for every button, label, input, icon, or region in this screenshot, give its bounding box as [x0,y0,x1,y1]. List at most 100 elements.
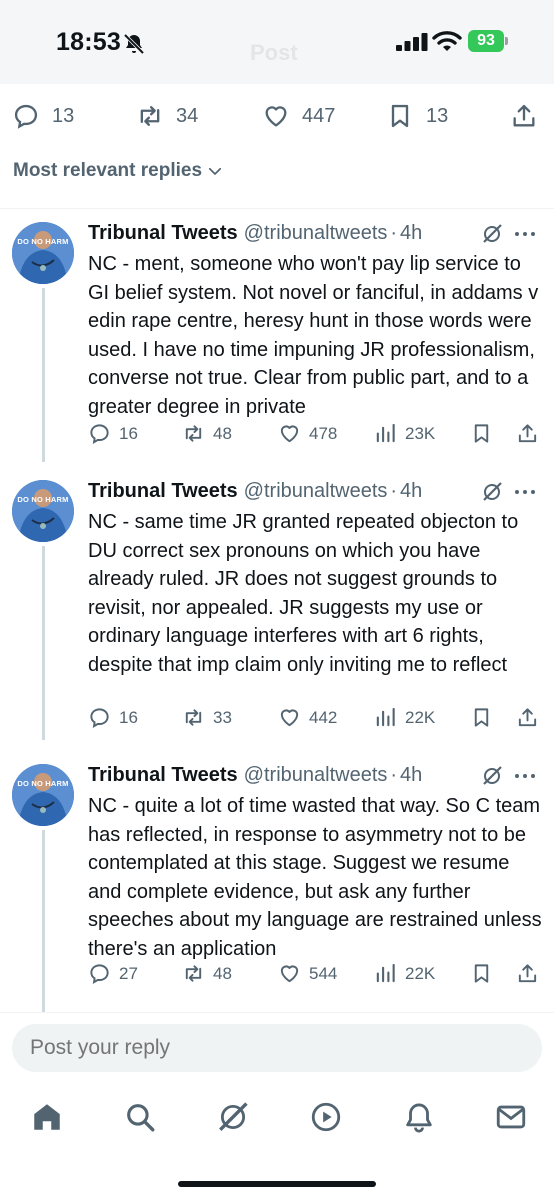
like-button[interactable]: 442 [278,706,337,729]
bookmark-button[interactable] [470,422,501,445]
reply-input[interactable] [30,1036,510,1060]
reply-button[interactable]: 27 [88,962,138,985]
repost-icon [140,106,160,126]
reply-actions: 27 48 544 22K [88,962,548,992]
bookmark-icon [474,964,489,983]
heart-icon [280,425,299,443]
home-icon[interactable] [30,1100,64,1134]
view-count: 23K [405,423,436,443]
bookmark-button[interactable] [470,962,501,985]
share-icon [518,708,537,727]
grok-icon[interactable] [480,480,504,504]
like-count: 478 [309,423,338,443]
like-count: 442 [309,707,338,727]
views-button[interactable]: 23K [374,422,435,445]
reply-icon [90,424,109,444]
views-icon [376,963,395,983]
reply-text: NC - ment, someone who won't pay lip ser… [88,253,539,418]
reply-button[interactable]: 16 [88,422,138,445]
share-icon [513,104,535,127]
notifications-icon[interactable] [402,1100,436,1134]
more-icon[interactable] [512,224,538,244]
like-button[interactable]: 544 [278,962,337,985]
main-like-count: 447 [302,104,336,127]
avatar-text: DO NO HARM [17,495,69,504]
avatar-image [12,222,74,284]
grok-icon[interactable] [480,222,504,246]
main-reply-count: 13 [52,104,75,127]
author-name[interactable]: Tribunal Tweets [88,222,238,245]
repost-button[interactable]: 48 [182,962,232,985]
share-button[interactable] [516,706,547,729]
more-icon[interactable] [512,482,538,502]
grok-icon[interactable] [480,764,504,788]
main-reply-button[interactable]: 13 [12,102,74,130]
author-name[interactable]: Tribunal Tweets [88,480,238,503]
author-name[interactable]: Tribunal Tweets [88,764,238,787]
avatar[interactable]: DO NO HARM [12,222,74,284]
bell-off-icon [123,33,145,55]
author-handle[interactable]: @tribunaltweets [244,480,388,503]
thread-line [42,546,45,740]
bottom-nav [0,1084,554,1154]
bookmark-icon [391,104,409,128]
reply-button[interactable]: 16 [88,706,138,729]
bookmark-button[interactable] [470,706,501,729]
reply-count: 27 [119,963,138,983]
heart-icon [280,709,299,727]
views-button[interactable]: 22K [374,962,435,985]
reply-actions: 16 48 478 23K [88,422,548,452]
separator: · [390,222,398,244]
main-bookmark-button[interactable]: 13 [386,102,448,130]
reply-header: Tribunal Tweets @tribunaltweets · 4h [88,480,422,503]
main-repost-count: 34 [176,104,199,127]
reply-tweet[interactable]: DO NO HARM Tribunal Tweets @tribunaltwee… [0,764,554,1012]
main-bookmark-count: 13 [426,104,449,127]
avatar-text: DO NO HARM [17,779,69,788]
repost-button[interactable]: 48 [182,422,232,445]
status-bar: 18:53 Post 93 [0,0,554,84]
messages-icon[interactable] [494,1100,528,1134]
share-icon [518,424,537,443]
main-like-button[interactable]: 447 [262,102,335,130]
avatar[interactable]: DO NO HARM [12,480,74,542]
reply-text: NC - same time JR granted repeated objec… [88,511,519,676]
avatar-image [12,764,74,826]
like-button[interactable]: 478 [278,422,337,445]
reply-tweet[interactable]: DO NO HARM Tribunal Tweets @tribunaltwee… [0,222,554,462]
repost-count: 48 [213,963,232,983]
heart-icon [265,106,287,127]
main-share-button[interactable] [510,102,550,130]
bookmark-icon [474,424,489,443]
author-handle[interactable]: @tribunaltweets [244,222,388,245]
reply-header: Tribunal Tweets @tribunaltweets · 4h [88,222,422,245]
main-repost-button[interactable]: 34 [136,102,198,130]
divider [0,208,554,209]
heart-icon [280,965,299,983]
repost-icon [185,709,202,726]
reply-count: 16 [119,707,138,727]
timestamp[interactable]: 4h [400,764,422,787]
sort-replies-dropdown[interactable]: Most relevant replies [13,160,224,182]
share-button[interactable] [516,962,547,985]
reply-composer[interactable] [12,1024,542,1072]
share-icon [518,964,537,983]
timestamp[interactable]: 4h [400,222,422,245]
like-count: 544 [309,963,338,983]
reply-tweet[interactable]: DO NO HARM Tribunal Tweets @tribunaltwee… [0,480,554,740]
repost-count: 33 [213,707,232,727]
share-button[interactable] [516,422,547,445]
avatar[interactable]: DO NO HARM [12,764,74,826]
grok-icon[interactable] [216,1100,250,1134]
views-button[interactable]: 22K [374,706,435,729]
more-icon[interactable] [512,766,538,786]
search-icon[interactable] [123,1100,157,1134]
timestamp[interactable]: 4h [400,480,422,503]
author-handle[interactable]: @tribunaltweets [244,764,388,787]
view-count: 22K [405,963,436,983]
video-icon[interactable] [309,1100,343,1134]
main-post-actions: 13 34 447 13 [0,84,554,148]
signal-icon [396,33,428,51]
reply-icon [90,708,109,728]
repost-button[interactable]: 33 [182,706,232,729]
